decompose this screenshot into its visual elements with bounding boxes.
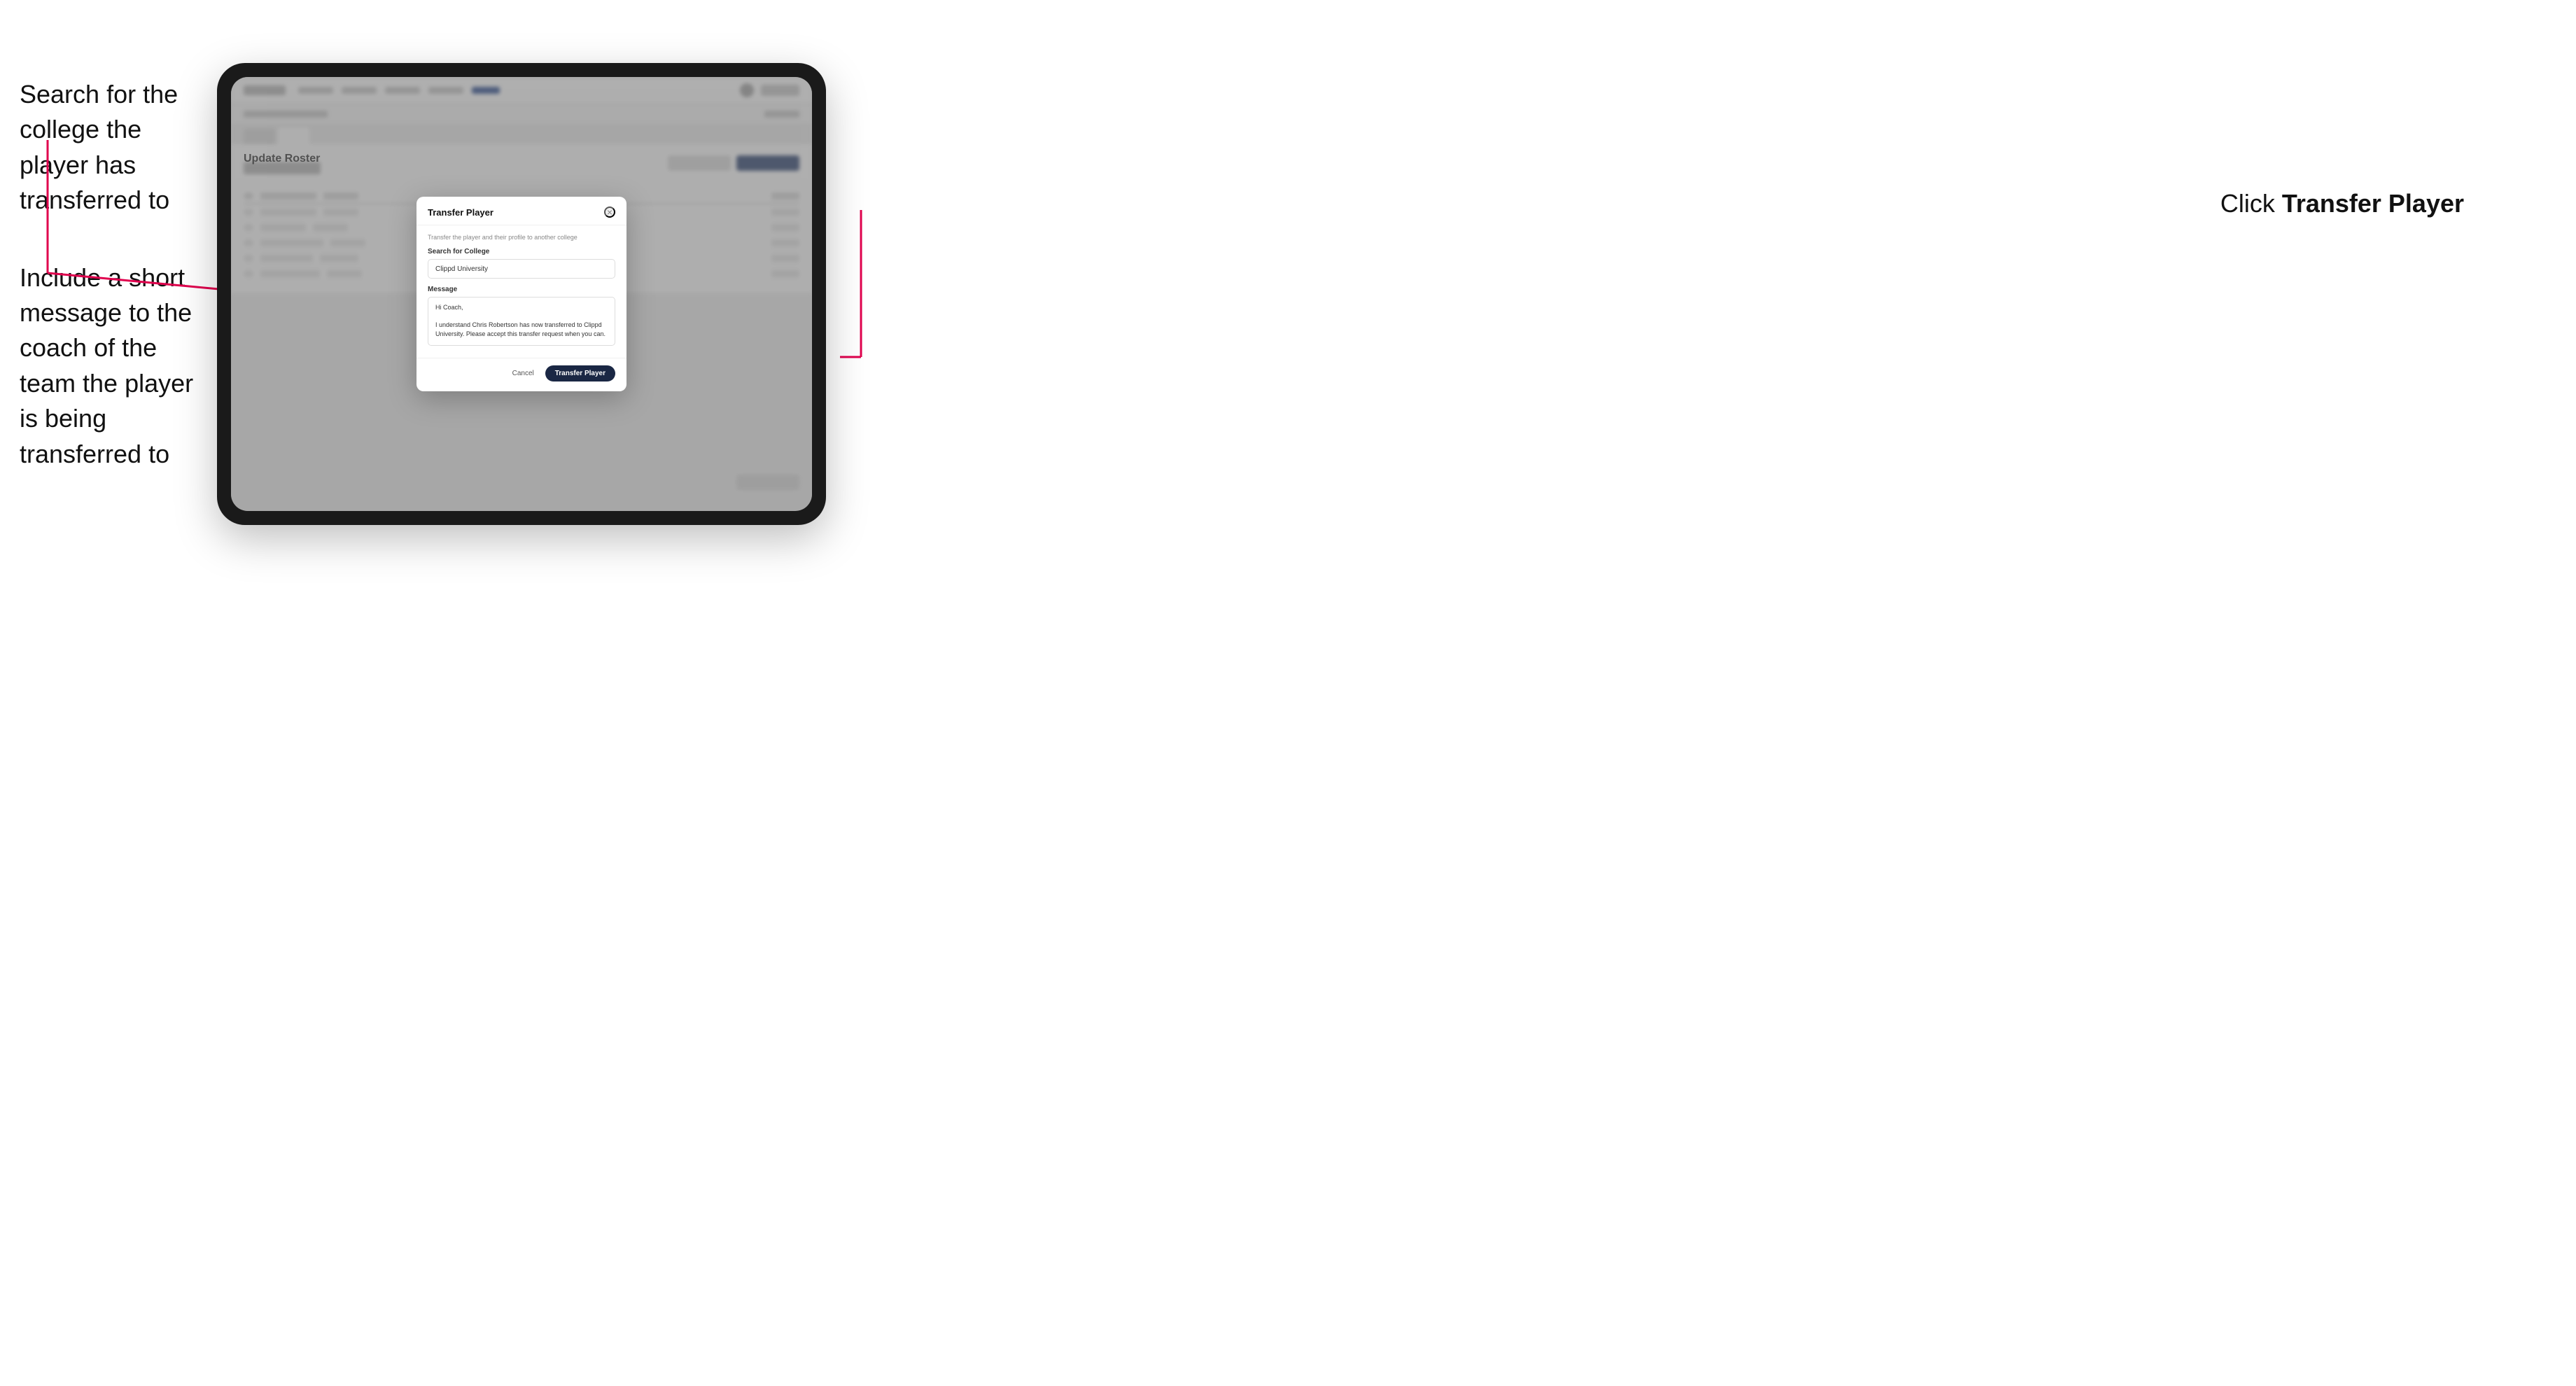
modal-footer: Cancel Transfer Player xyxy=(416,358,626,391)
annotation-right-prefix: Click xyxy=(2220,189,2282,218)
transfer-player-modal: Transfer Player × Transfer the player an… xyxy=(416,197,626,391)
annotation-text-1: Search for the college the player has tr… xyxy=(20,77,209,218)
search-college-label: Search for College xyxy=(428,248,615,255)
modal-body: Transfer the player and their profile to… xyxy=(416,225,626,358)
annotation-text-2: Include a short message to the coach of … xyxy=(20,260,209,472)
annotation-left: Search for the college the player has tr… xyxy=(20,77,209,472)
tablet-device: Update Roster Transfer Player × Transfer… xyxy=(217,63,826,525)
annotation-right: Click Transfer Player xyxy=(2220,189,2464,218)
modal-close-button[interactable]: × xyxy=(604,206,615,218)
search-college-input[interactable] xyxy=(428,259,615,279)
modal-description: Transfer the player and their profile to… xyxy=(428,234,615,241)
cancel-button[interactable]: Cancel xyxy=(508,367,538,380)
modal-header: Transfer Player × xyxy=(416,197,626,225)
annotation-right-bold: Transfer Player xyxy=(2282,189,2464,218)
transfer-player-button[interactable]: Transfer Player xyxy=(545,365,615,382)
message-textarea[interactable]: Hi Coach, I understand Chris Robertson h… xyxy=(428,297,615,346)
tablet-screen: Update Roster Transfer Player × Transfer… xyxy=(231,77,812,511)
modal-overlay: Transfer Player × Transfer the player an… xyxy=(231,77,812,511)
modal-title: Transfer Player xyxy=(428,207,493,218)
message-label: Message xyxy=(428,286,615,293)
